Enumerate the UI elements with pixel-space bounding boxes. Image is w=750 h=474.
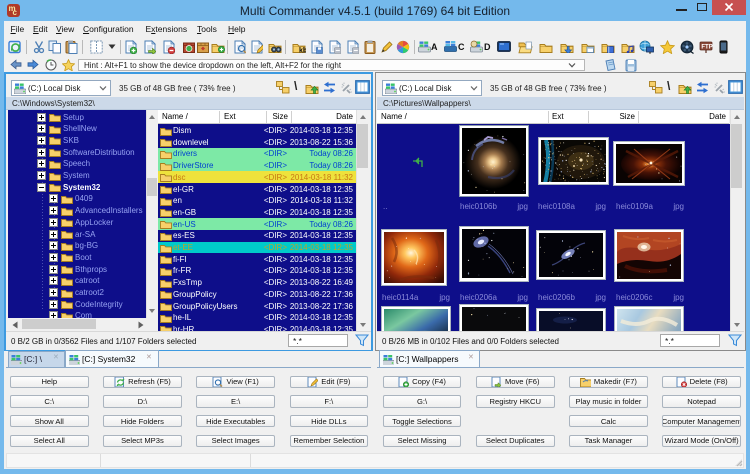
svg-text:FTP: FTP xyxy=(701,45,712,51)
svg-text:kb: kb xyxy=(299,48,306,54)
